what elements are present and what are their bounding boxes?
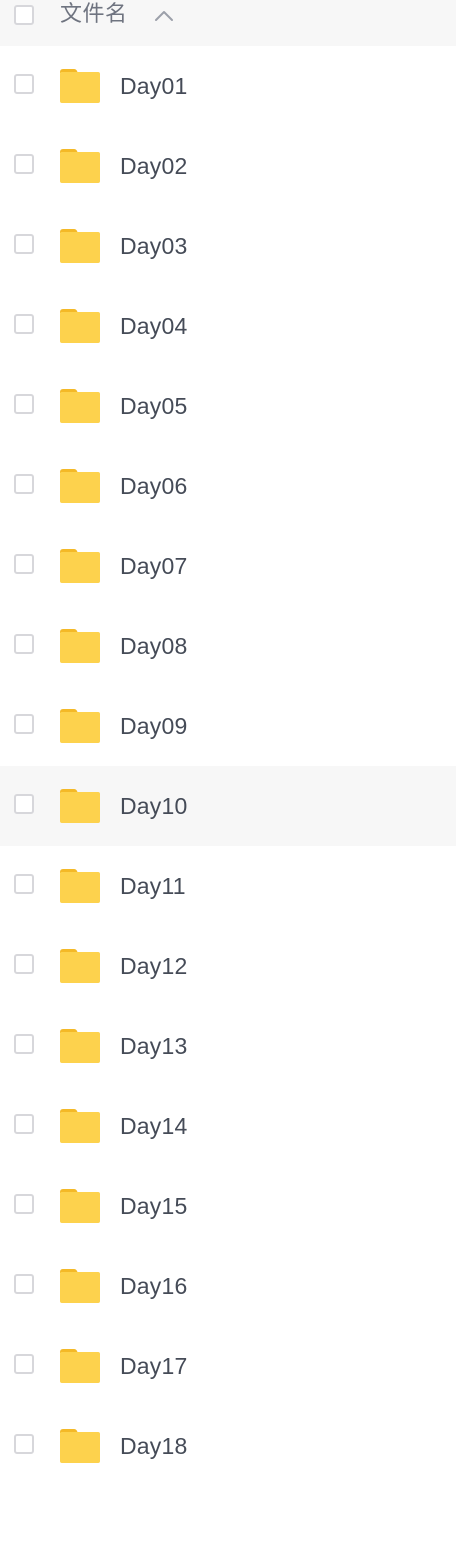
folder-icon [60,869,100,903]
list-item[interactable]: Day09 [0,686,456,766]
row-checkbox[interactable] [14,1034,34,1054]
file-list: 文件名 Day01 Day02 Day03 Day04 Day05 Day06 … [0,0,456,1546]
folder-icon [60,789,100,823]
row-checkbox[interactable] [14,1274,34,1294]
chevron-up-icon[interactable] [153,7,175,25]
folder-icon [60,469,100,503]
row-checkbox[interactable] [14,394,34,414]
row-checkbox[interactable] [14,954,34,974]
list-item[interactable]: Day13 [0,1006,456,1086]
row-checkbox[interactable] [14,634,34,654]
list-item[interactable]: Day16 [0,1246,456,1326]
list-item[interactable]: Day12 [0,926,456,1006]
folder-name[interactable]: Day13 [120,1032,187,1060]
folder-name[interactable]: Day18 [120,1432,187,1460]
folder-icon [60,69,100,103]
folder-name[interactable]: Day02 [120,152,187,180]
folder-icon [60,389,100,423]
folder-icon [60,1349,100,1383]
list-item[interactable]: Day08 [0,606,456,686]
folder-icon [60,1429,100,1463]
row-checkbox[interactable] [14,874,34,894]
row-checkbox[interactable] [14,314,34,334]
folder-list: Day01 Day02 Day03 Day04 Day05 Day06 Day0… [0,46,456,1486]
folder-icon [60,1269,100,1303]
list-item[interactable]: Day07 [0,526,456,606]
folder-name[interactable]: Day12 [120,952,187,980]
folder-icon [60,629,100,663]
row-checkbox[interactable] [14,74,34,94]
folder-name[interactable]: Day10 [120,792,187,820]
folder-name[interactable]: Day16 [120,1272,187,1300]
folder-icon [60,709,100,743]
row-checkbox[interactable] [14,474,34,494]
list-item[interactable]: Day03 [0,206,456,286]
row-checkbox[interactable] [14,154,34,174]
row-checkbox[interactable] [14,1114,34,1134]
list-item[interactable]: Day04 [0,286,456,366]
select-all-checkbox[interactable] [14,5,34,25]
folder-icon [60,309,100,343]
folder-name[interactable]: Day14 [120,1112,187,1140]
list-item[interactable]: Day15 [0,1166,456,1246]
row-checkbox[interactable] [14,714,34,734]
folder-name[interactable]: Day15 [120,1192,187,1220]
list-item[interactable]: Day18 [0,1406,456,1486]
row-checkbox[interactable] [14,554,34,574]
row-checkbox[interactable] [14,1434,34,1454]
folder-name[interactable]: Day17 [120,1352,187,1380]
folder-icon [60,1189,100,1223]
folder-name[interactable]: Day06 [120,472,187,500]
folder-name[interactable]: Day01 [120,72,187,100]
folder-icon [60,229,100,263]
folder-icon [60,1029,100,1063]
row-checkbox[interactable] [14,234,34,254]
list-item[interactable]: Day11 [0,846,456,926]
folder-icon [60,549,100,583]
folder-icon [60,1109,100,1143]
list-item[interactable]: Day17 [0,1326,456,1406]
list-item[interactable]: Day10 [0,766,456,846]
folder-name[interactable]: Day07 [120,552,187,580]
folder-name[interactable]: Day05 [120,392,187,420]
list-item[interactable]: Day05 [0,366,456,446]
list-item[interactable]: Day06 [0,446,456,526]
row-checkbox[interactable] [14,1354,34,1374]
list-item[interactable]: Day01 [0,46,456,126]
file-list-header: 文件名 [0,0,456,46]
folder-name[interactable]: Day11 [120,872,186,900]
folder-icon [60,149,100,183]
row-checkbox[interactable] [14,1194,34,1214]
list-item[interactable]: Day14 [0,1086,456,1166]
folder-icon [60,949,100,983]
row-checkbox[interactable] [14,794,34,814]
list-item[interactable]: Day02 [0,126,456,206]
folder-name[interactable]: Day04 [120,312,187,340]
folder-name[interactable]: Day09 [120,712,187,740]
folder-name[interactable]: Day03 [120,232,187,260]
filename-column-header[interactable]: 文件名 [60,1,128,29]
folder-name[interactable]: Day08 [120,632,187,660]
